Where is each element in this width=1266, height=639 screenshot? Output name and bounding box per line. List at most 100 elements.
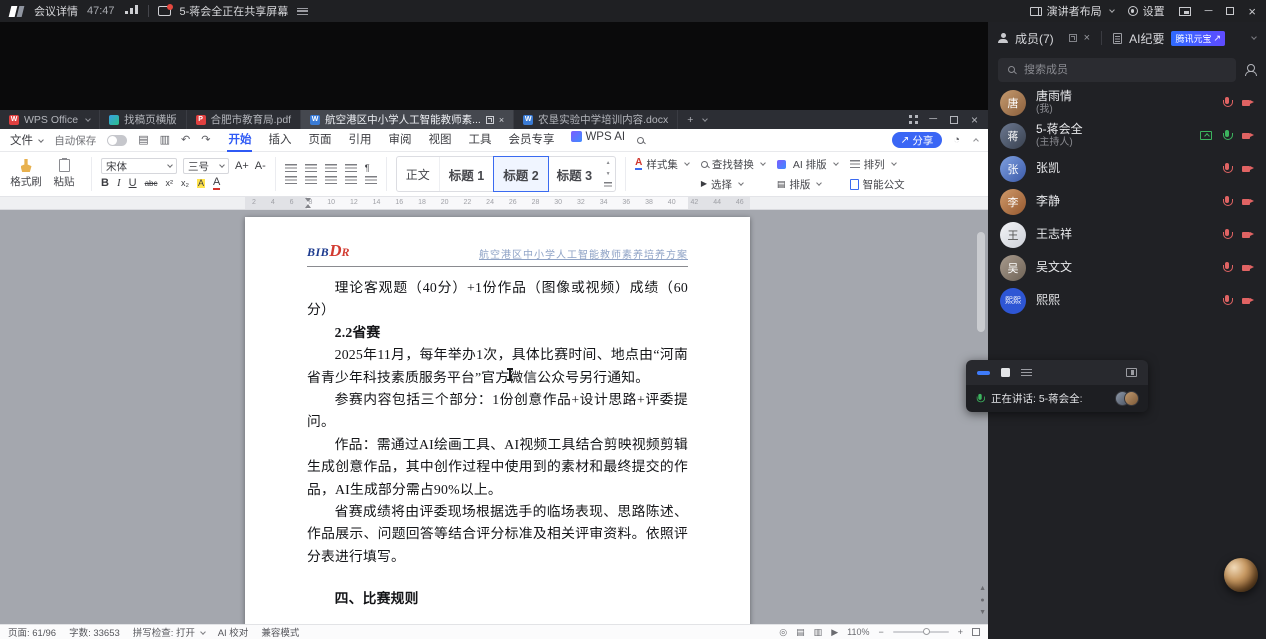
arrange-button[interactable]: 排列 (849, 157, 905, 172)
ai-layout-button[interactable]: AI 排版 (776, 157, 839, 172)
first-line-indent-marker[interactable] (305, 198, 311, 202)
increase-font-button[interactable]: A+ (235, 160, 249, 172)
settings-button[interactable]: 设置 (1127, 3, 1165, 19)
ribbon-tab-wps-ai[interactable]: WPS AI (570, 128, 626, 152)
apps-grid-icon[interactable] (909, 115, 913, 118)
mic-muted-icon[interactable] (1222, 195, 1233, 208)
maximize-button[interactable] (1226, 7, 1235, 15)
align-center-icon[interactable] (304, 175, 317, 185)
ribbon-tab-reference[interactable]: 引用 (347, 128, 372, 152)
fullscreen-icon[interactable] (972, 628, 980, 636)
save-icon[interactable]: ▤ (138, 134, 148, 146)
history-icon[interactable]: ◔ (953, 134, 960, 146)
font-name-select[interactable]: 宋体 (101, 158, 177, 174)
panel-close-icon[interactable]: × (1084, 32, 1090, 44)
paste-button[interactable]: 粘贴 (46, 158, 82, 189)
tab-wps-home[interactable]: WPS Office (0, 110, 101, 129)
tab-popout-icon[interactable] (485, 115, 494, 124)
bold-button[interactable]: B (101, 178, 109, 189)
vertical-scrollbar-thumb[interactable] (977, 232, 985, 332)
justify-icon[interactable] (344, 175, 357, 185)
share-menu-icon[interactable] (1021, 369, 1032, 376)
subscript-button[interactable]: x₂ (181, 179, 189, 188)
decrease-font-button[interactable]: A- (255, 160, 266, 172)
camera-off-icon[interactable] (1242, 295, 1254, 307)
minimize-button[interactable]: ─ (1205, 5, 1213, 17)
line-spacing-icon[interactable] (364, 175, 377, 185)
layout-button[interactable]: ▤ 排版 (777, 177, 838, 192)
ribbon-tab-view[interactable]: 视图 (427, 128, 452, 152)
styles-more-icon[interactable] (604, 182, 613, 189)
numbered-list-icon[interactable] (304, 163, 317, 173)
format-painter-button[interactable]: 格式刷 (8, 159, 44, 189)
camera-off-icon[interactable] (1242, 130, 1254, 142)
member-row[interactable]: 李 李静 (988, 185, 1266, 218)
wps-minimize-button[interactable]: ─ (929, 114, 937, 125)
member-search-input[interactable] (998, 58, 1236, 82)
member-row[interactable]: 张 张凯 (988, 152, 1266, 185)
wps-restore-button[interactable] (949, 115, 958, 124)
left-indent-marker[interactable] (305, 204, 311, 208)
tab-active-doc[interactable]: 航空港区中小学人工智能教师素... × (301, 110, 515, 129)
file-menu[interactable]: 文件 (10, 132, 45, 148)
zoom-slider-thumb[interactable] (922, 628, 930, 635)
close-button[interactable]: × (1248, 5, 1256, 18)
mic-muted-icon[interactable] (1222, 228, 1233, 241)
switch-view-icon[interactable] (1126, 368, 1137, 377)
tab-docx-doc[interactable]: 农垦实验中学培训内容.docx (514, 110, 679, 129)
align-left-icon[interactable] (284, 175, 297, 185)
align-right-icon[interactable] (324, 175, 337, 185)
strikethrough-button[interactable]: abc (145, 179, 158, 188)
tab-pdf-doc[interactable]: 合肥市教育局.pdf (187, 110, 302, 129)
ai-proofread-button[interactable]: AI 校对 (218, 625, 249, 639)
ribbon-tab-review[interactable]: 审阅 (387, 128, 412, 152)
ribbon-tab-insert[interactable]: 插入 (267, 128, 292, 152)
select-button[interactable]: ▶ 选择 (701, 177, 765, 192)
tab-template-doc[interactable]: 找稿页横版 (100, 110, 187, 129)
collapse-panel-icon[interactable] (977, 370, 990, 375)
redo-icon[interactable]: ↷ (201, 134, 210, 146)
sharing-options-icon[interactable] (297, 7, 309, 15)
paragraph-mark-icon[interactable]: ¶ (365, 163, 370, 173)
ai-notes-badge[interactable]: 腾讯元宝 ↗ (1171, 30, 1226, 46)
smart-doc-button[interactable]: 智能公文 (849, 177, 905, 192)
member-row[interactable]: 熙熙 熙熙 (988, 284, 1266, 317)
ribbon-tab-tools[interactable]: 工具 (467, 128, 492, 152)
font-size-select[interactable]: 三号 (183, 158, 229, 174)
ribbon-tab-page[interactable]: 页面 (307, 128, 332, 152)
increase-indent-icon[interactable] (344, 163, 357, 173)
camera-off-icon[interactable] (1242, 229, 1254, 241)
panel-collapse-icon[interactable] (1251, 34, 1257, 40)
find-replace-button[interactable]: 查找替换 (700, 157, 766, 172)
tab-close-icon[interactable]: × (499, 115, 504, 125)
page-view-icon[interactable]: ▤ (796, 627, 805, 638)
styles-gallery-scroll[interactable]: ▲ ▼ (601, 157, 615, 191)
underline-button[interactable]: U (129, 178, 137, 189)
ai-notes-tab[interactable]: AI纪要 (1129, 30, 1164, 47)
eye-protect-icon[interactable]: ◎ (779, 627, 787, 638)
mic-muted-icon[interactable] (1222, 96, 1233, 109)
add-member-icon[interactable] (1244, 64, 1257, 76)
ribbon-tab-home[interactable]: 开始 (227, 128, 253, 152)
collapse-ribbon-icon[interactable] (973, 138, 979, 144)
read-mode-icon[interactable]: ▶ (831, 627, 838, 638)
assistant-float-ball[interactable] (1224, 558, 1258, 592)
bullet-list-icon[interactable] (284, 163, 297, 173)
layout-switcher[interactable]: 演讲者布局 (1029, 3, 1115, 19)
zoom-in-icon[interactable]: + (958, 627, 963, 637)
mic-on-icon[interactable] (1222, 129, 1233, 142)
ribbon-search-icon[interactable] (637, 136, 645, 144)
previous-page-icon[interactable]: ▲ (979, 585, 986, 592)
spellcheck-status[interactable]: 拼写检查: 打开 (133, 625, 206, 639)
page-indicator[interactable]: 页面: 61/96 (8, 625, 56, 639)
highlight-color-button[interactable]: A (196, 179, 205, 188)
members-tab[interactable]: 成员(7) (1015, 30, 1054, 47)
zoom-level[interactable]: 110% (847, 627, 869, 637)
decrease-indent-icon[interactable] (324, 163, 337, 173)
ribbon-tab-member[interactable]: 会员专享 (507, 128, 555, 152)
wps-close-button[interactable]: × (971, 114, 978, 126)
zoom-slider[interactable] (892, 628, 949, 635)
member-row[interactable]: 唐 唐雨情 (我) (988, 86, 1266, 119)
camera-off-icon[interactable] (1242, 163, 1254, 175)
mic-muted-icon[interactable] (1222, 294, 1233, 307)
